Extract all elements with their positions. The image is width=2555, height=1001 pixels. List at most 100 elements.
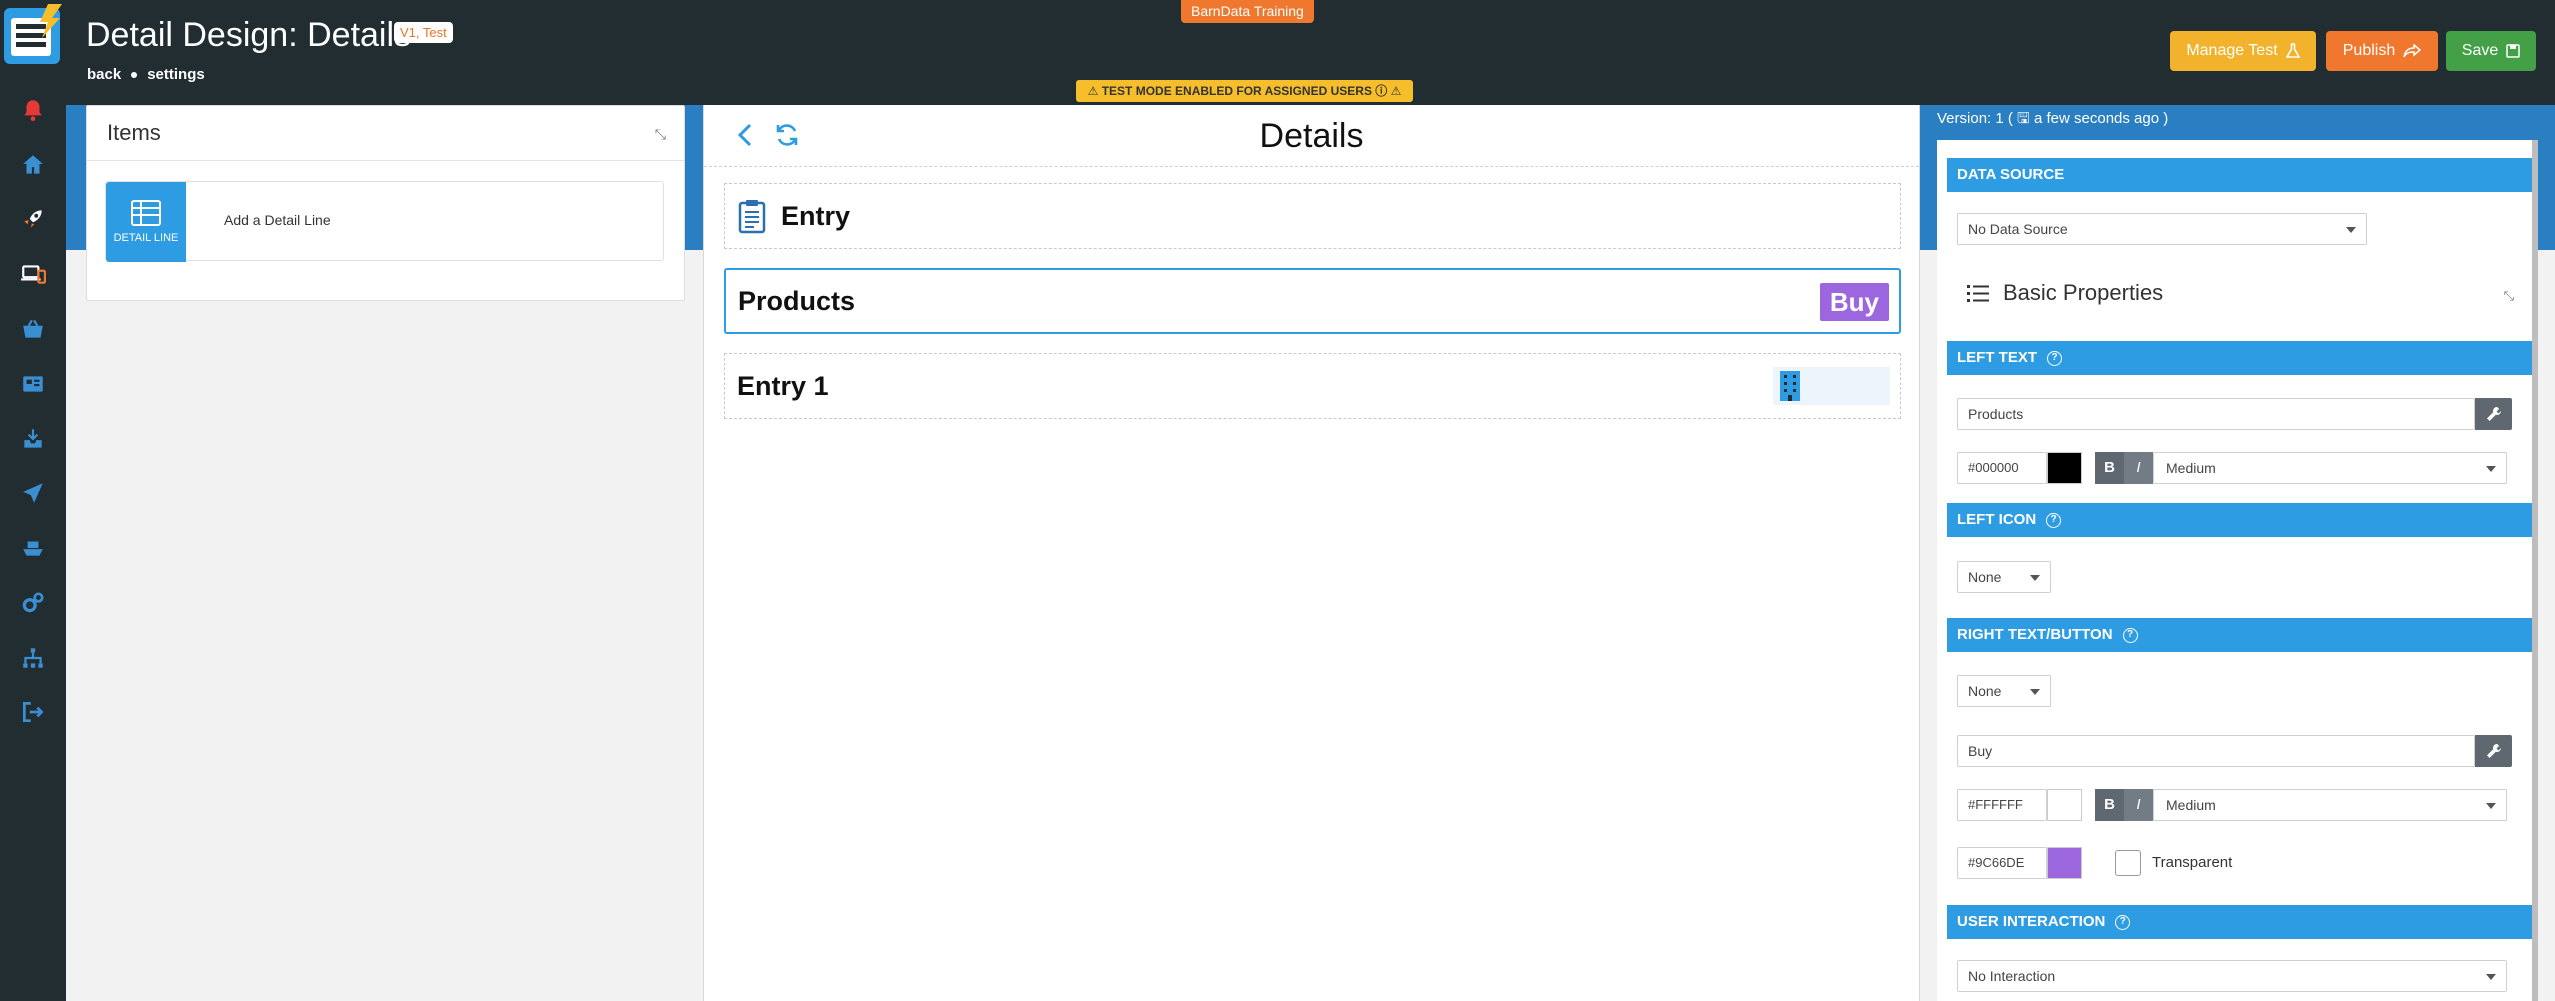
right-text-color-input[interactable]: #FFFFFF: [1957, 789, 2047, 821]
detail-line-tile[interactable]: DETAIL LINE: [106, 182, 186, 262]
manage-test-label: Manage Test: [2186, 42, 2278, 59]
right-bg-color-swatch[interactable]: [2047, 847, 2082, 879]
italic-toggle[interactable]: I: [2124, 789, 2153, 821]
row-left-text: Entry: [781, 200, 851, 231]
row-left-text: Entry 1: [737, 370, 829, 401]
help-icon[interactable]: ?: [2047, 350, 2062, 366]
logout-icon[interactable]: [13, 692, 53, 732]
scrollbar-thumb[interactable]: [2532, 140, 2538, 1001]
user-interaction-header: USER INTERACTION ?: [1947, 905, 2532, 939]
flask-icon: [2285, 43, 2300, 58]
right-text-value: Buy: [1968, 743, 1993, 759]
properties-panel: DATA SOURCE No Data Source Basic Propert…: [1937, 140, 2532, 1001]
preview-title: Details: [1259, 117, 1364, 155]
stack-button[interactable]: Stack: [1772, 367, 1890, 405]
left-text-value: Products: [1968, 406, 2024, 422]
breadcrumb: back settings: [87, 66, 205, 83]
user-interaction-select[interactable]: No Interaction: [1957, 960, 2507, 992]
preview-panel: Details Entry Products Buy Entry 1 Stack: [703, 105, 1920, 1001]
devices-icon[interactable]: [13, 254, 53, 294]
wrench-icon[interactable]: [2475, 735, 2512, 767]
share-icon: [2403, 44, 2422, 58]
left-text-input[interactable]: Products: [1957, 398, 2475, 430]
row-left-text: Products: [738, 285, 856, 316]
right-bg-color-value: #9C66DE: [1968, 855, 2025, 870]
left-text-title: LEFT TEXT: [1957, 349, 2037, 366]
right-text-color-value: #FFFFFF: [1968, 797, 2023, 812]
detail-line-tile-label: DETAIL LINE: [113, 232, 179, 244]
left-text-header: LEFT TEXT ?: [1947, 341, 2532, 375]
bold-toggle[interactable]: B: [2095, 789, 2124, 821]
building-icon: [1779, 371, 1800, 401]
right-text-title: RIGHT TEXT/BUTTON: [1957, 626, 2113, 643]
basic-properties-label: Basic Properties: [2003, 280, 2164, 305]
transparent-checkbox[interactable]: [2115, 850, 2141, 876]
help-icon[interactable]: ?: [2122, 627, 2138, 643]
buy-button[interactable]: Buy: [1819, 283, 1889, 321]
left-text-color-swatch[interactable]: [2047, 452, 2082, 484]
publish-label: Publish: [2342, 42, 2396, 59]
right-bg-color-input[interactable]: #9C66DE: [1957, 847, 2047, 879]
help-icon[interactable]: ?: [2046, 512, 2062, 528]
basket-icon[interactable]: [13, 309, 53, 349]
sitemap-icon[interactable]: [13, 638, 53, 678]
ship-icon[interactable]: [13, 528, 53, 568]
user-interaction-value: No Interaction: [1968, 968, 2056, 984]
inbox-icon[interactable]: [13, 419, 53, 459]
version-badge: V1, Test: [394, 22, 453, 43]
card-icon[interactable]: [13, 364, 53, 404]
send-icon[interactable]: [13, 473, 53, 513]
stack-label: Stack: [1810, 371, 1880, 401]
back-link[interactable]: back: [87, 66, 121, 83]
data-source-title: DATA SOURCE: [1957, 166, 2065, 183]
clipboard-icon: [738, 200, 766, 234]
wrench-icon[interactable]: [2475, 398, 2512, 430]
left-text-color-input[interactable]: #000000: [1957, 452, 2047, 484]
right-text-header: RIGHT TEXT/BUTTON ?: [1947, 618, 2532, 652]
user-interaction-title: USER INTERACTION: [1957, 913, 2106, 930]
data-source-select[interactable]: No Data Source: [1957, 213, 2367, 245]
gears-icon[interactable]: [13, 583, 53, 623]
collapse-icon[interactable]: ⤡: [2504, 288, 2514, 304]
left-icon-header: LEFT ICON ?: [1947, 503, 2532, 537]
italic-toggle[interactable]: I: [2124, 452, 2153, 484]
home-icon[interactable]: [13, 145, 53, 185]
save-label: Save: [2461, 42, 2499, 59]
rocket-icon[interactable]: [13, 199, 53, 239]
save-button[interactable]: Save: [2446, 31, 2536, 71]
settings-link[interactable]: settings: [147, 66, 205, 83]
right-text-size-value: Medium: [2166, 797, 2216, 813]
right-text-color-swatch[interactable]: [2047, 789, 2082, 821]
right-type-select[interactable]: None: [1957, 675, 2051, 707]
left-text-size-select[interactable]: Medium: [2153, 452, 2507, 484]
test-mode-banner: ⚠ TEST MODE ENABLED FOR ASSIGNED USERS ⓘ…: [1076, 80, 1413, 102]
detail-row-entry[interactable]: Entry: [724, 183, 1901, 249]
help-icon[interactable]: ?: [2115, 914, 2131, 930]
table-icon: [131, 200, 161, 226]
detail-line-item[interactable]: DETAIL LINE Add a Detail Line: [105, 181, 664, 262]
version-line: Version: 1 ( 🖫 a few seconds ago ): [1937, 110, 2169, 127]
manage-test-button[interactable]: Manage Test: [2170, 31, 2316, 71]
transparent-label: Transparent: [2152, 854, 2233, 871]
bold-toggle[interactable]: B: [2095, 452, 2124, 484]
collapse-icon[interactable]: ⤡: [655, 126, 666, 143]
data-source-header: DATA SOURCE: [1947, 158, 2532, 192]
detail-row-entry-1[interactable]: Entry 1 Stack: [724, 353, 1901, 419]
properties-scrollbar[interactable]: [2532, 140, 2538, 1001]
separator-dot: [131, 71, 138, 78]
training-tag: BarnData Training: [1181, 0, 1314, 23]
app-logo[interactable]: [2, 2, 64, 66]
publish-button[interactable]: Publish: [2326, 31, 2438, 71]
right-text-input[interactable]: Buy: [1957, 735, 2475, 767]
items-panel: Items ⤡ DETAIL LINE Add a Detail Line: [86, 105, 685, 301]
preview-header: Details: [704, 105, 1919, 167]
bell-icon[interactable]: [13, 90, 53, 130]
data-source-value: No Data Source: [1968, 221, 2068, 237]
divider: [87, 160, 684, 161]
add-detail-line-label: Add a Detail Line: [224, 212, 331, 228]
left-text-color-value: #000000: [1968, 460, 2019, 475]
detail-row-products[interactable]: Products Buy: [724, 268, 1901, 334]
right-text-size-select[interactable]: Medium: [2153, 789, 2507, 821]
sidebar: [0, 0, 66, 1001]
left-icon-select[interactable]: None: [1957, 561, 2051, 593]
